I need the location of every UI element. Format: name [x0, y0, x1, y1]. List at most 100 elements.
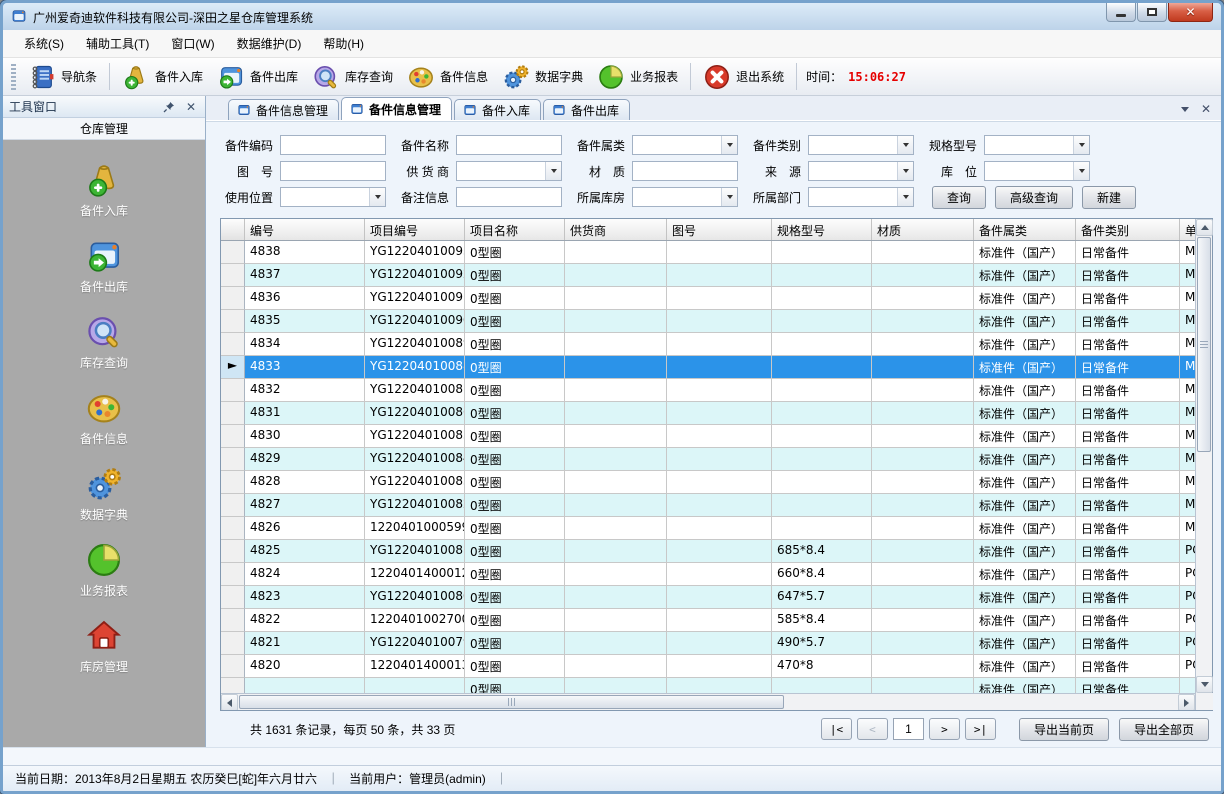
cell[interactable] — [667, 632, 772, 655]
cell[interactable]: 4829 — [245, 448, 365, 471]
cell[interactable]: M — [1180, 425, 1195, 448]
cell[interactable] — [772, 287, 872, 310]
cell[interactable] — [565, 655, 667, 678]
new-button[interactable]: 新建 — [1082, 186, 1136, 209]
table-row[interactable]: 4827YG122040100820型圈标准件（国产）日常备件M — [221, 494, 1195, 517]
toolbar-button-report[interactable]: 业务报表 — [590, 60, 685, 94]
tab-parts-out[interactable]: 备件出库 — [543, 99, 630, 120]
table-row[interactable]: 482212204010027000型圈585*8.4标准件（国产）日常备件PC — [221, 609, 1195, 632]
table-row[interactable]: 4823YG122040100800型圈647*5.7标准件（国产）日常备件PC — [221, 586, 1195, 609]
column-header-7[interactable]: 备件属类 — [974, 219, 1076, 240]
cell[interactable]: 标准件（国产） — [974, 241, 1076, 264]
cell[interactable]: 日常备件 — [1076, 540, 1180, 563]
cell[interactable]: 4826 — [245, 517, 365, 540]
tool-window-close-icon[interactable]: ✕ — [183, 99, 199, 115]
cell[interactable]: 0型圈 — [465, 425, 565, 448]
cell[interactable]: YG12204010079 — [365, 632, 465, 655]
cell[interactable]: M — [1180, 310, 1195, 333]
scroll-right-icon[interactable] — [1178, 694, 1195, 710]
cell[interactable] — [565, 379, 667, 402]
chevron-down-icon[interactable] — [545, 162, 561, 180]
scroll-left-icon[interactable] — [221, 694, 238, 710]
cell[interactable] — [565, 310, 667, 333]
cell[interactable] — [872, 333, 974, 356]
cell[interactable] — [565, 563, 667, 586]
cell[interactable]: 日常备件 — [1076, 494, 1180, 517]
cell[interactable] — [1180, 678, 1195, 693]
cell[interactable] — [245, 678, 365, 693]
cell[interactable] — [565, 586, 667, 609]
part-category-dropdown[interactable] — [808, 135, 914, 155]
spec-model-dropdown[interactable] — [984, 135, 1090, 155]
cell[interactable]: YG12204010089 — [365, 333, 465, 356]
cell[interactable] — [565, 264, 667, 287]
row-selector[interactable] — [221, 563, 245, 586]
part-code-input[interactable] — [280, 135, 386, 155]
cell[interactable]: 0型圈 — [465, 540, 565, 563]
row-selector[interactable] — [221, 471, 245, 494]
row-selector[interactable] — [221, 264, 245, 287]
chevron-down-icon[interactable] — [721, 136, 737, 154]
cell[interactable] — [565, 517, 667, 540]
cell[interactable]: 1220401400012 — [365, 563, 465, 586]
cell[interactable]: 标准件（国产） — [974, 379, 1076, 402]
menu-item-help[interactable]: 帮助(H) — [312, 30, 375, 57]
minimize-button[interactable] — [1106, 3, 1136, 22]
row-selector[interactable] — [221, 379, 245, 402]
cell[interactable] — [872, 356, 974, 379]
cell[interactable]: 日常备件 — [1076, 678, 1180, 693]
cell[interactable]: 0型圈 — [465, 517, 565, 540]
cell[interactable]: 标准件（国产） — [974, 356, 1076, 379]
cell[interactable] — [667, 264, 772, 287]
use-position-dropdown[interactable] — [280, 187, 386, 207]
cell[interactable] — [772, 494, 872, 517]
location-dropdown[interactable] — [984, 161, 1090, 181]
row-selector[interactable] — [221, 494, 245, 517]
row-selector[interactable] — [221, 310, 245, 333]
cell[interactable]: 4838 — [245, 241, 365, 264]
cell[interactable]: 标准件（国产） — [974, 517, 1076, 540]
chevron-down-icon[interactable] — [721, 188, 737, 206]
row-selector-arrow[interactable]: ► — [221, 356, 245, 379]
cell[interactable] — [667, 540, 772, 563]
row-selector[interactable] — [221, 425, 245, 448]
cell[interactable] — [565, 402, 667, 425]
cell[interactable] — [772, 471, 872, 494]
cell[interactable] — [565, 241, 667, 264]
cell[interactable]: 标准件（国产） — [974, 287, 1076, 310]
material-input[interactable] — [632, 161, 738, 181]
menu-item-data-maintain[interactable]: 数据维护(D) — [226, 30, 313, 57]
cell[interactable]: YG12204010088 — [365, 356, 465, 379]
cell[interactable]: YG12204010085 — [365, 425, 465, 448]
menu-item-system[interactable]: 系统(S) — [13, 30, 75, 57]
row-selector[interactable] — [221, 287, 245, 310]
cell[interactable]: 日常备件 — [1076, 264, 1180, 287]
table-row[interactable]: 482612204010005990型圈标准件（国产）日常备件M — [221, 517, 1195, 540]
cell[interactable] — [667, 402, 772, 425]
cell[interactable]: 日常备件 — [1076, 310, 1180, 333]
cell[interactable]: PC — [1180, 655, 1195, 678]
chevron-down-icon[interactable] — [1181, 107, 1189, 112]
cell[interactable]: M — [1180, 379, 1195, 402]
toolbar-grip[interactable] — [11, 64, 16, 90]
row-selector[interactable] — [221, 448, 245, 471]
tabbar-close-icon[interactable]: ✕ — [1201, 103, 1211, 115]
cell[interactable]: 0型圈 — [465, 379, 565, 402]
cell[interactable]: 标准件（国产） — [974, 310, 1076, 333]
cell[interactable]: 标准件（国产） — [974, 448, 1076, 471]
cell[interactable]: 0型圈 — [465, 609, 565, 632]
cell[interactable]: 日常备件 — [1076, 425, 1180, 448]
pin-icon[interactable] — [161, 99, 177, 115]
cell[interactable]: 0型圈 — [465, 264, 565, 287]
table-row[interactable]: 4838YG122040100930型圈标准件（国产）日常备件M — [221, 241, 1195, 264]
column-header-9[interactable]: 单位 — [1180, 219, 1195, 240]
sidebar-item-stock-query[interactable]: 库存查询 — [3, 304, 205, 380]
column-header-2[interactable]: 项目名称 — [465, 219, 565, 240]
tab-parts-info-mgmt-1[interactable]: 备件信息管理 — [228, 99, 339, 120]
cell[interactable] — [872, 241, 974, 264]
toolbar-button-parts-out[interactable]: 备件出库 — [210, 60, 305, 94]
cell[interactable] — [772, 402, 872, 425]
cell[interactable]: YG12204010092 — [365, 264, 465, 287]
cell[interactable]: 标准件（国产） — [974, 609, 1076, 632]
cell[interactable]: 4823 — [245, 586, 365, 609]
